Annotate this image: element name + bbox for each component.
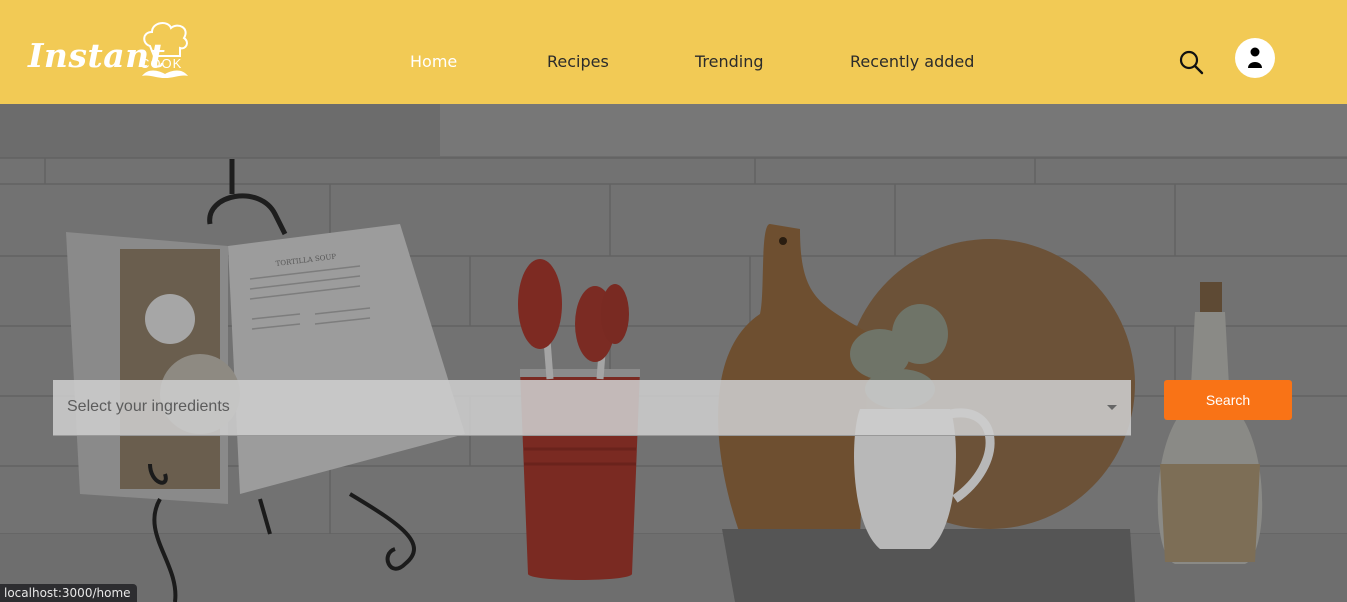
user-avatar-button[interactable] — [1235, 38, 1275, 78]
kitchen-background-image: TORTILLA SOUP — [0, 104, 1347, 602]
instant-cook-logo[interactable]: Instant COOK — [28, 18, 193, 86]
status-bar-url: localhost:3000/home — [0, 584, 137, 602]
chevron-down-icon[interactable] — [1107, 405, 1117, 410]
ingredients-placeholder: Select your ingredients — [67, 398, 230, 415]
hero-banner: TORTILLA SOUP Select your ingredients Se… — [0, 104, 1347, 602]
nav-home-link[interactable]: Home — [410, 52, 457, 71]
search-button[interactable]: Search — [1164, 380, 1292, 420]
ingredients-select[interactable]: Select your ingredients — [53, 380, 1131, 436]
nav-recently-added-link[interactable]: Recently added — [850, 52, 974, 71]
nav-trending-link[interactable]: Trending — [695, 52, 764, 71]
user-avatar-icon — [1248, 47, 1262, 68]
top-navbar: Instant COOK Home Recipes Trending Recen… — [0, 0, 1347, 104]
search-icon[interactable] — [1178, 49, 1204, 75]
nav-recipes-link[interactable]: Recipes — [547, 52, 609, 71]
chef-hat-icon — [142, 22, 188, 78]
